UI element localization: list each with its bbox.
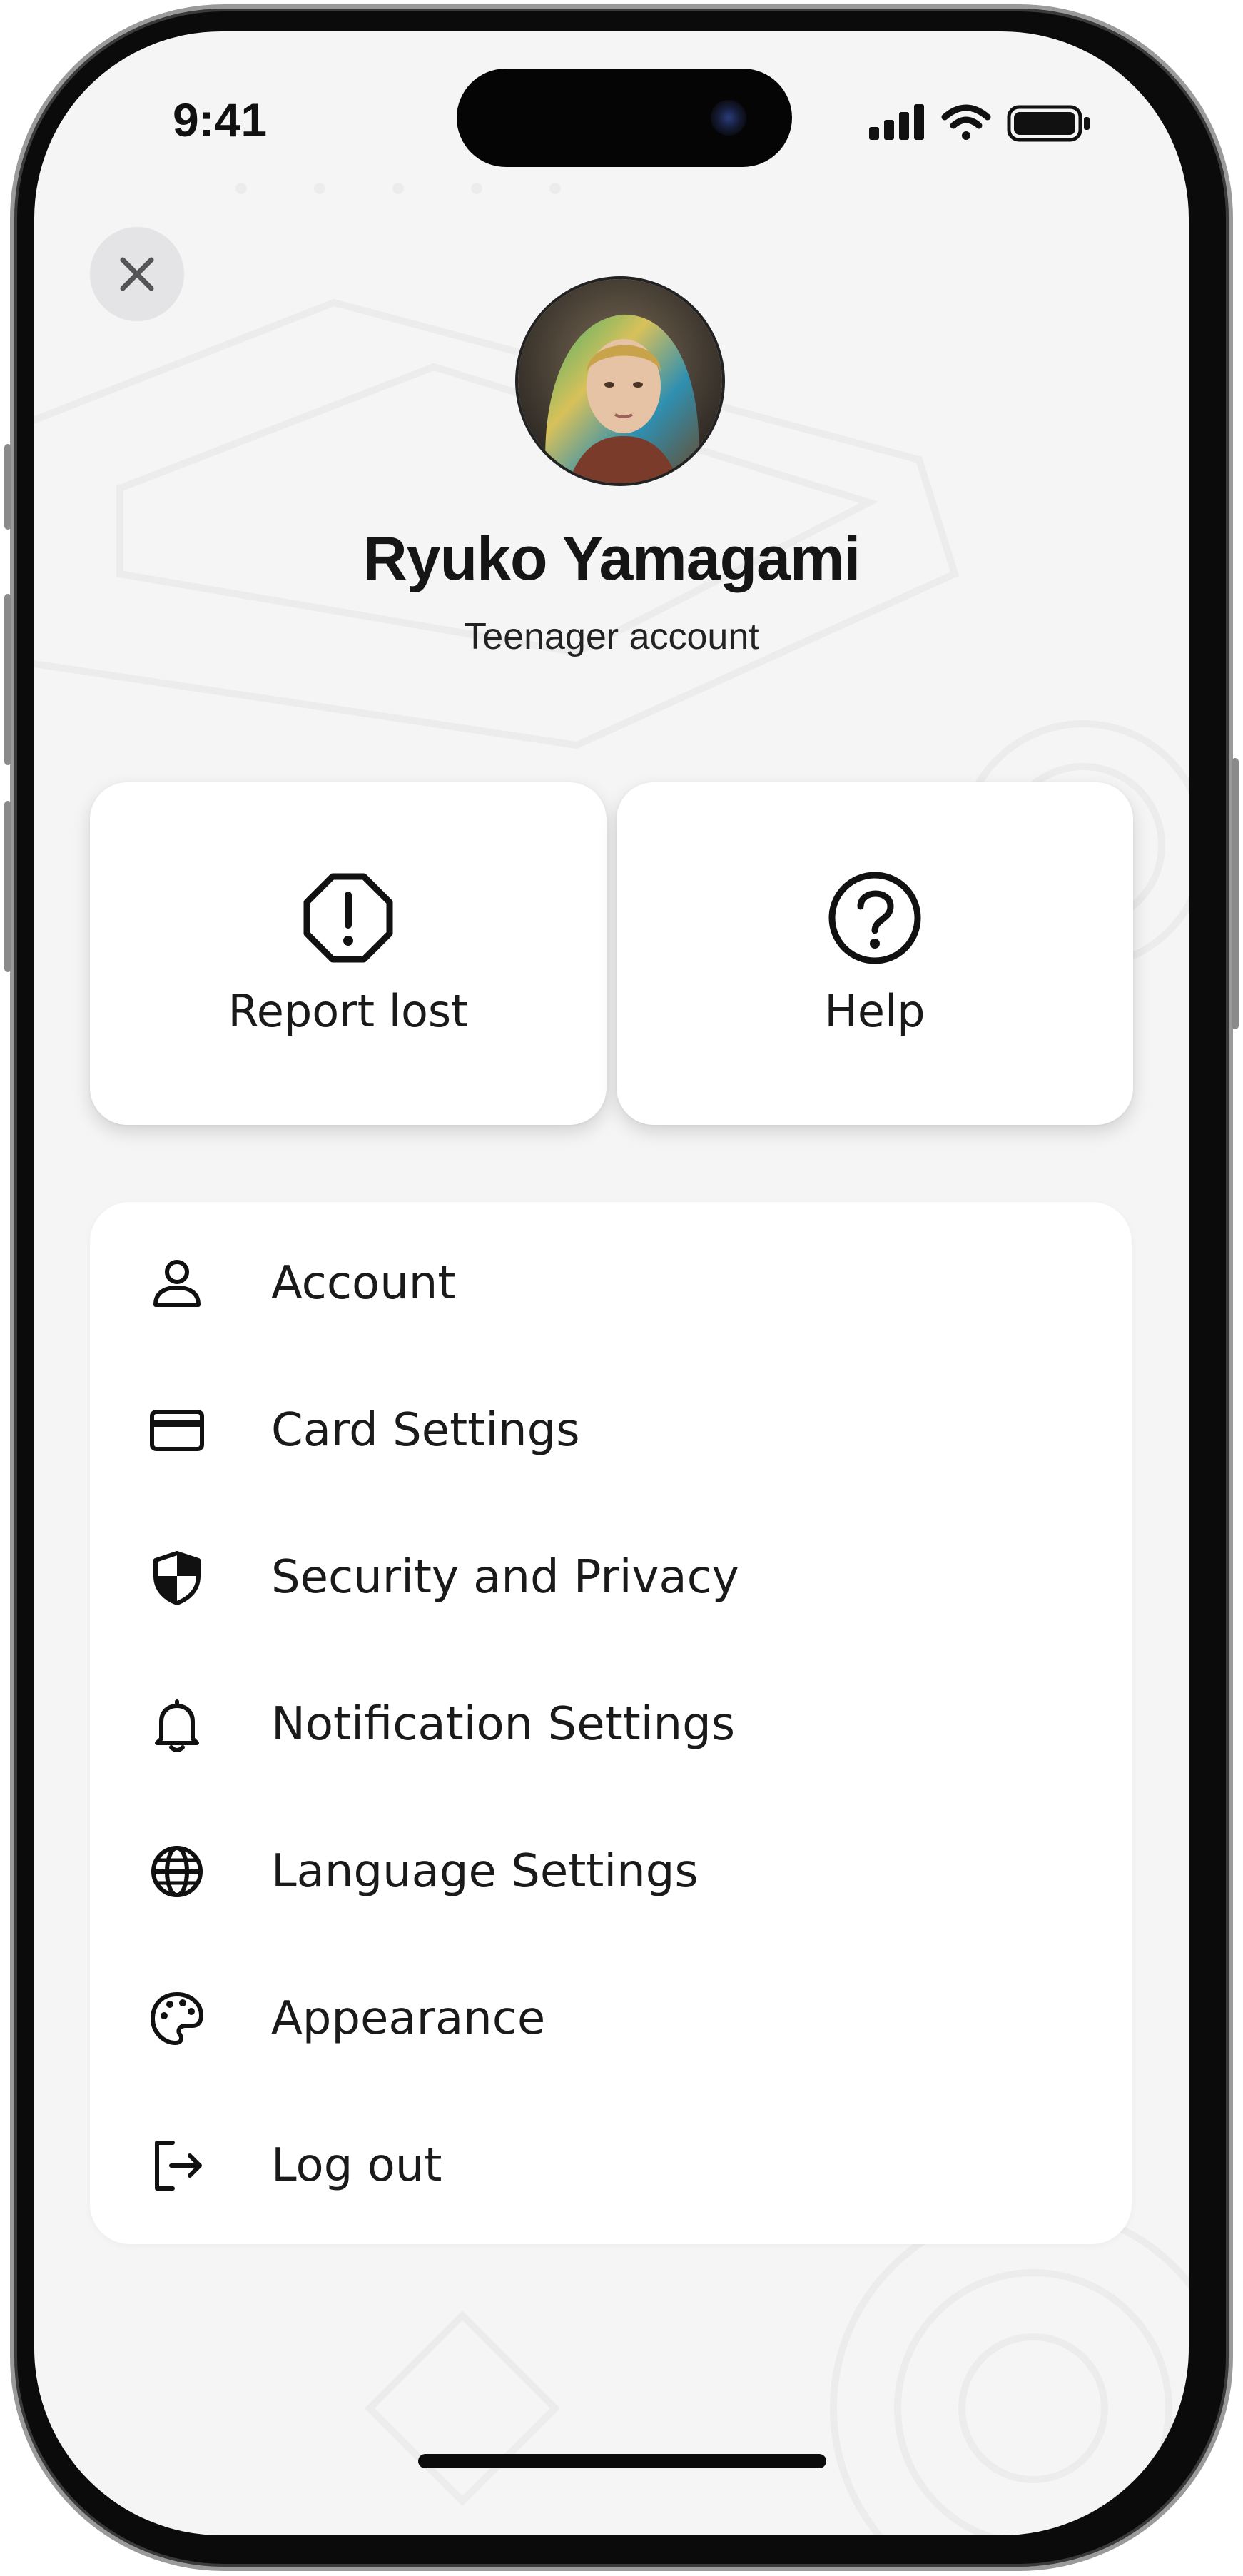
menu-item-label: Language Settings [271,1845,699,1898]
menu-item-label: Log out [271,2139,442,2192]
menu-item-label: Security and Privacy [271,1551,739,1604]
menu-item-card-settings[interactable]: Card Settings [90,1357,1132,1504]
report-lost-button[interactable]: Report lost [90,782,607,1125]
signal-icon [869,104,924,140]
profile-photo [518,279,722,483]
close-button[interactable] [90,227,184,321]
menu-item-label: Notification Settings [271,1698,736,1751]
palette-icon [151,1992,203,2045]
volume-down-button [4,801,11,972]
user-icon [153,1260,201,1307]
battery-icon [1007,105,1090,142]
volume-up-button [4,594,11,765]
globe-icon [151,1846,203,1897]
wifi-icon [941,104,991,140]
report-lost-label: Report lost [228,985,469,1037]
power-button [1232,758,1239,1029]
camera-lens-icon [711,100,746,136]
app-screen: 9:41 Ryuko Yamagami Teenager account Rep… [34,31,1189,2535]
settings-menu: Account Card Settings Security and Priva… [90,1202,1132,2244]
logout-icon [155,2141,202,2191]
menu-item-label: Card Settings [271,1404,580,1457]
account-type-label: Teenager account [464,616,759,657]
menu-item-appearance[interactable]: Appearance [90,1945,1132,2092]
home-indicator[interactable] [418,2454,826,2468]
help-label: Help [824,985,925,1037]
user-name: Ryuko Yamagami [362,525,861,593]
menu-item-label: Account [271,1257,456,1310]
close-icon [120,257,154,291]
mute-switch [4,444,11,530]
status-icons [869,101,1097,144]
help-button[interactable]: Help [617,782,1133,1125]
menu-item-log-out[interactable]: Log out [90,2092,1132,2239]
help-circle-icon [828,872,921,964]
menu-item-notification-settings[interactable]: Notification Settings [90,1651,1132,1798]
menu-item-account[interactable]: Account [90,1210,1132,1357]
menu-item-security-privacy[interactable]: Security and Privacy [90,1504,1132,1651]
menu-item-label: Appearance [271,1992,546,2045]
avatar[interactable] [518,279,722,483]
dynamic-island [457,69,792,167]
shield-icon [153,1551,201,1605]
alert-octagon-icon [303,873,393,963]
credit-card-icon [150,1410,204,1451]
bell-icon [155,1699,199,1752]
menu-item-language-settings[interactable]: Language Settings [90,1798,1132,1945]
status-time: 9:41 [172,94,268,146]
